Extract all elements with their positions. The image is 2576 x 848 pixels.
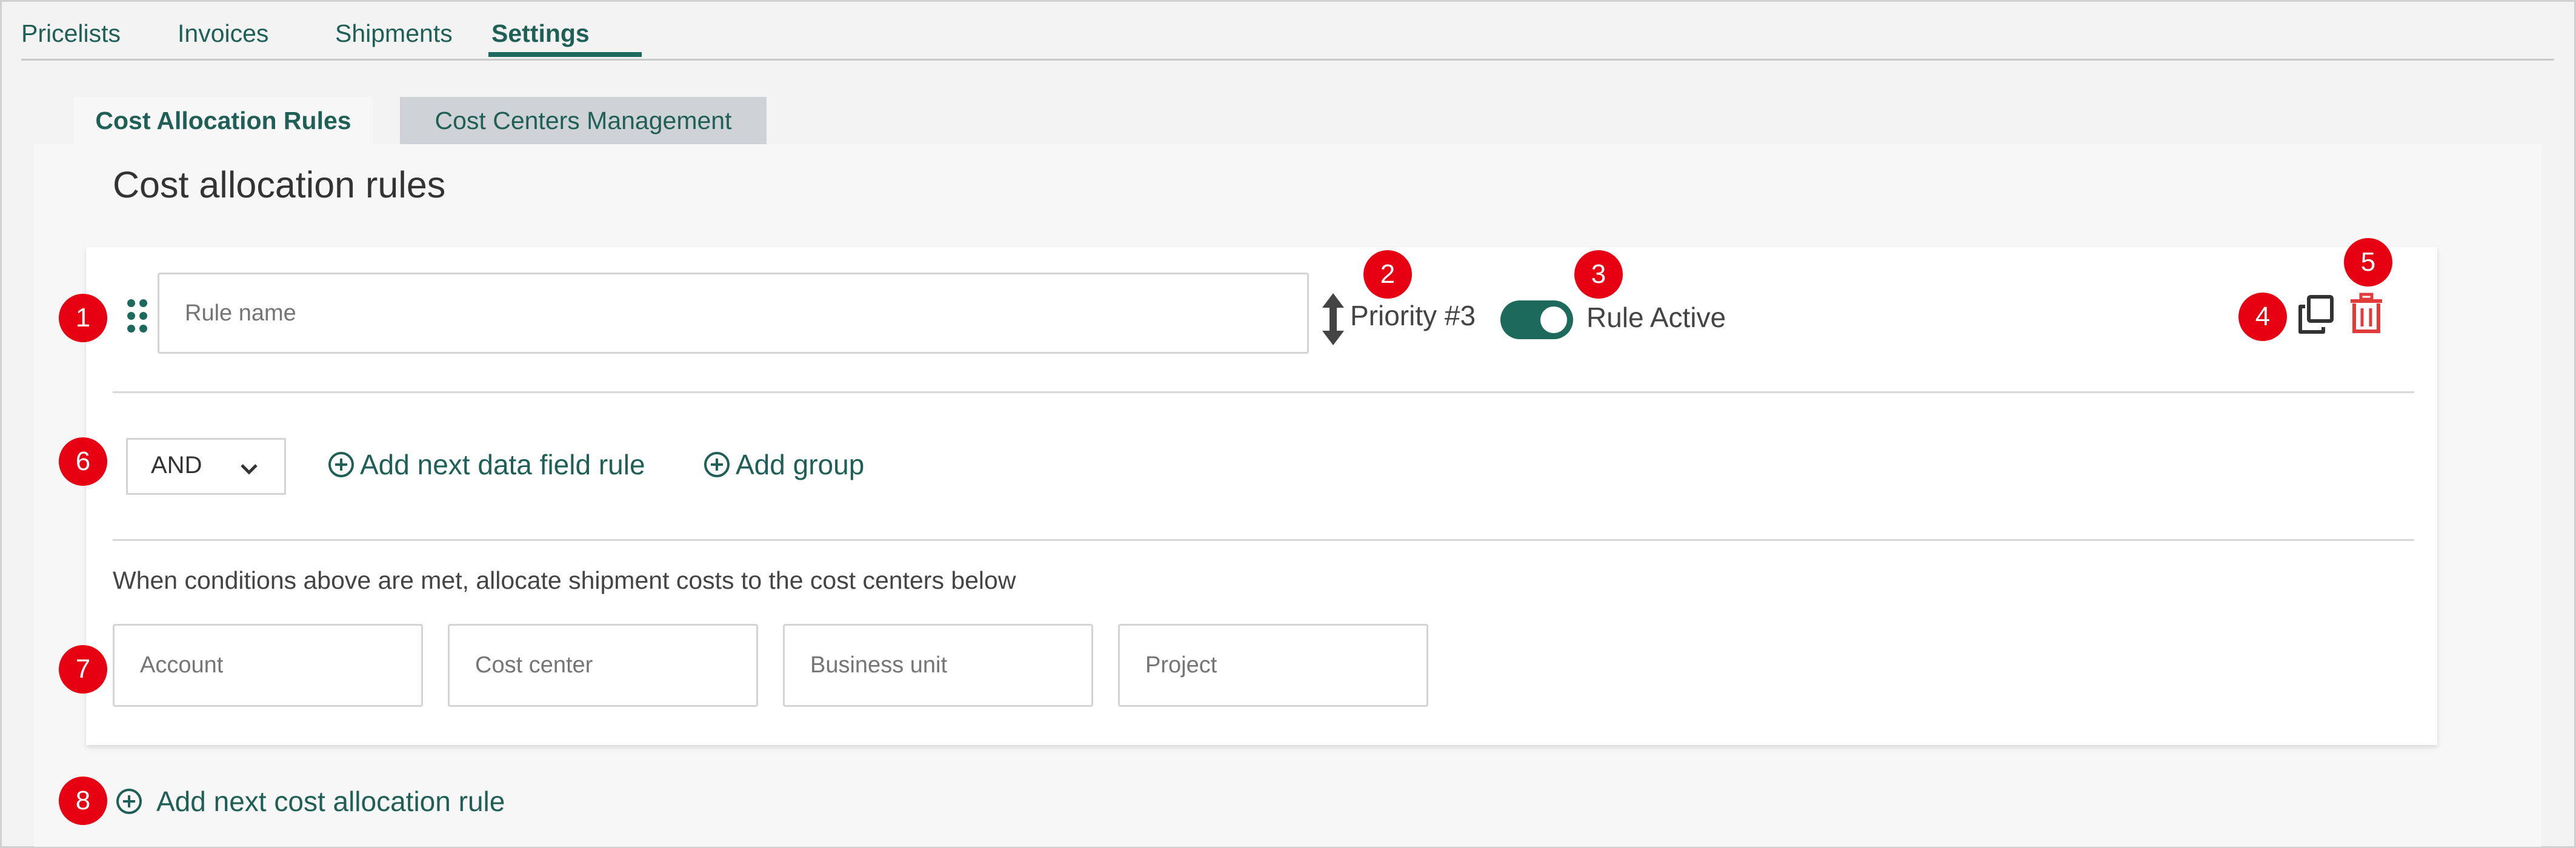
nav-tab-pricelists[interactable]: Pricelists [21, 18, 121, 48]
nav-tab-shipments[interactable]: Shipments [335, 18, 453, 48]
add-cost-allocation-rule-link[interactable]: Add next cost allocation rule [115, 785, 505, 818]
chevron-down-icon [241, 464, 258, 475]
annotation-badge-6: 6 [59, 437, 107, 486]
plus-circle-icon [116, 789, 142, 814]
annotation-badge-1: 1 [59, 294, 107, 342]
nav-tab-invoices[interactable]: Invoices [178, 18, 268, 48]
subtab-cost-centers-management[interactable]: Cost Centers Management [400, 97, 767, 144]
operator-value: AND [151, 452, 202, 479]
business-unit-input[interactable] [783, 624, 1093, 707]
annotation-badge-2: 2 [1363, 250, 1412, 299]
priority-sort-icon[interactable] [1320, 292, 1346, 346]
delete-icon[interactable] [2349, 293, 2384, 335]
annotation-badge-3: 3 [1574, 250, 1623, 299]
plus-circle-icon [328, 452, 354, 477]
cost-center-input[interactable] [448, 624, 758, 707]
rule-active-toggle[interactable] [1500, 300, 1573, 339]
rule-name-input[interactable] [158, 273, 1309, 354]
top-navigation: Pricelists Invoices Shipments Settings [21, 0, 2554, 61]
annotation-badge-5: 5 [2344, 238, 2392, 287]
active-tab-indicator [488, 52, 642, 57]
account-input[interactable] [113, 624, 423, 707]
allocation-description: When conditions above are met, allocate … [113, 566, 1016, 594]
plus-circle-icon [704, 452, 730, 477]
copy-icon[interactable] [2297, 294, 2335, 336]
annotation-badge-4: 4 [2238, 293, 2287, 341]
operator-select[interactable]: AND [126, 438, 286, 495]
nav-tab-settings[interactable]: Settings [491, 18, 590, 48]
priority-label: Priority #3 [1350, 300, 1476, 331]
subtab-cost-allocation-rules[interactable]: Cost Allocation Rules [74, 97, 373, 144]
annotation-badge-7: 7 [59, 645, 107, 694]
divider [113, 391, 2414, 393]
add-group-link[interactable]: Add group [703, 448, 864, 481]
drag-handle-icon[interactable] [126, 299, 148, 333]
add-data-field-rule-link[interactable]: Add next data field rule [327, 448, 645, 481]
add-data-field-rule-label: Add next data field rule [360, 449, 645, 480]
add-group-label: Add group [736, 449, 865, 480]
add-cost-allocation-rule-label: Add next cost allocation rule [156, 786, 505, 817]
annotation-badge-8: 8 [59, 777, 107, 825]
divider [113, 539, 2414, 541]
page-title: Cost allocation rules [113, 164, 446, 205]
rule-active-label: Rule Active [1586, 302, 1726, 333]
project-input[interactable] [1118, 624, 1428, 707]
